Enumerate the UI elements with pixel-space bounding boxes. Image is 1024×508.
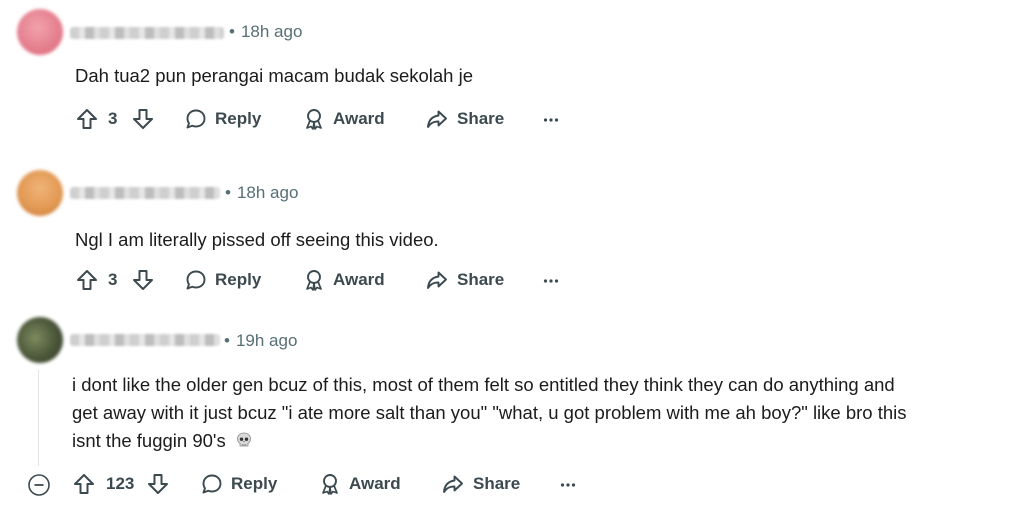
- reply-icon: [186, 270, 206, 290]
- share-label: Share: [457, 270, 505, 289]
- reply-button[interactable]: Reply: [200, 470, 277, 498]
- share-label: Share: [473, 474, 521, 493]
- share-icon: [427, 271, 447, 289]
- comment-text: i dont like the older gen bcuz of this, …: [72, 371, 1017, 455]
- award-button[interactable]: Award: [319, 470, 401, 498]
- username-redacted[interactable]: [70, 187, 220, 199]
- more-options-button[interactable]: [542, 266, 560, 294]
- vote-count: 123: [106, 474, 135, 493]
- upvote-icon: [77, 270, 97, 290]
- share-icon: [427, 110, 447, 128]
- share-button[interactable]: Share: [441, 470, 520, 498]
- award-icon: [306, 270, 322, 291]
- comment-actions: 3 Reply Award Share: [0, 105, 1024, 133]
- more-icon: [543, 118, 559, 122]
- reply-icon: [186, 109, 206, 129]
- award-icon: [306, 109, 322, 130]
- reply-button[interactable]: Reply: [184, 105, 261, 133]
- award-icon: [322, 474, 338, 495]
- vote-count: 3: [108, 270, 118, 289]
- downvote-icon: [133, 109, 153, 129]
- comment-text-line: isnt the fuggin 90's: [72, 427, 1017, 455]
- downvote-button[interactable]: [132, 266, 154, 294]
- downvote-icon: [148, 474, 168, 494]
- meta-separator: •: [225, 183, 231, 202]
- thread-line[interactable]: [38, 370, 39, 466]
- reply-icon: [202, 474, 222, 494]
- comment-text-line: i dont like the older gen bcuz of this, …: [72, 374, 895, 395]
- reply-label: Reply: [215, 109, 262, 128]
- avatar[interactable]: [17, 317, 63, 363]
- award-button[interactable]: Award: [303, 105, 385, 133]
- downvote-icon: [133, 270, 153, 290]
- downvote-button[interactable]: [147, 470, 169, 498]
- comment-actions: 3 Reply Award Share: [0, 266, 1024, 294]
- more-icon: [560, 483, 576, 487]
- share-label: Share: [457, 109, 505, 128]
- timestamp[interactable]: 19h ago: [236, 331, 297, 350]
- collapse-minus-icon: [28, 474, 50, 496]
- comment-meta: • 18h ago: [225, 183, 298, 203]
- collapse-thread-button[interactable]: [27, 470, 51, 498]
- share-icon: [443, 475, 463, 493]
- reply-label: Reply: [231, 474, 278, 493]
- reply-label: Reply: [215, 270, 262, 289]
- avatar[interactable]: [17, 170, 63, 216]
- more-options-button[interactable]: [559, 470, 577, 498]
- award-label: Award: [333, 270, 385, 289]
- comment-meta: • 18h ago: [229, 22, 302, 42]
- meta-separator: •: [224, 331, 230, 350]
- avatar[interactable]: [17, 9, 63, 55]
- comment-actions: 123 Reply Award Share: [0, 470, 1024, 498]
- skull-emoji-icon: [236, 432, 251, 447]
- comment-text: Ngl I am literally pissed off seeing thi…: [75, 229, 439, 250]
- award-label: Award: [349, 474, 401, 493]
- timestamp[interactable]: 18h ago: [241, 22, 302, 41]
- reply-button[interactable]: Reply: [184, 266, 261, 294]
- vote-count: 3: [108, 109, 118, 128]
- upvote-button[interactable]: [76, 266, 98, 294]
- comment-meta: • 19h ago: [224, 331, 297, 351]
- username-redacted[interactable]: [70, 334, 220, 346]
- comment-text-line: get away with it just bcuz "i ate more s…: [72, 402, 907, 423]
- upvote-icon: [77, 109, 97, 129]
- downvote-button[interactable]: [132, 105, 154, 133]
- share-button[interactable]: Share: [425, 266, 504, 294]
- upvote-button[interactable]: [73, 470, 95, 498]
- award-button[interactable]: Award: [303, 266, 385, 294]
- more-options-button[interactable]: [542, 105, 560, 133]
- comment-text: Dah tua2 pun perangai macam budak sekola…: [75, 65, 474, 86]
- upvote-button[interactable]: [76, 105, 98, 133]
- upvote-icon: [74, 474, 94, 494]
- award-label: Award: [333, 109, 385, 128]
- more-icon: [543, 279, 559, 283]
- meta-separator: •: [229, 22, 235, 41]
- username-redacted[interactable]: [70, 27, 224, 39]
- share-button[interactable]: Share: [425, 105, 504, 133]
- timestamp[interactable]: 18h ago: [237, 183, 298, 202]
- comment-text-fragment: isnt the fuggin 90's: [72, 430, 226, 451]
